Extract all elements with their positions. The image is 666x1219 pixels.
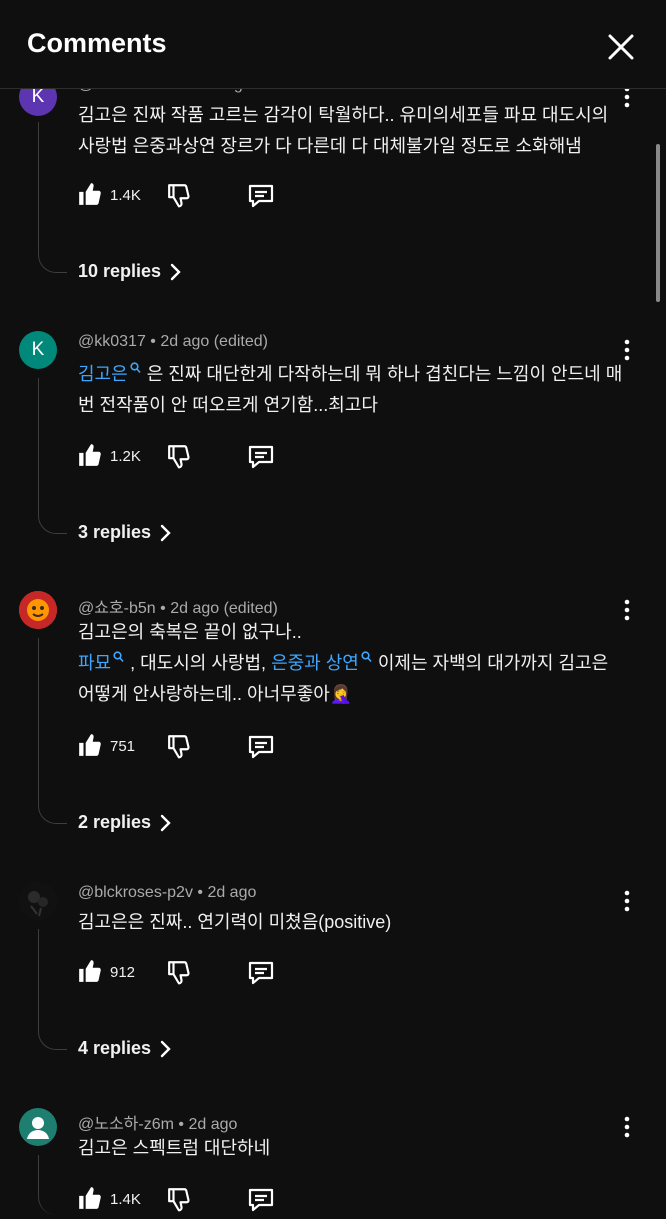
thread-line xyxy=(38,638,67,824)
reply-icon[interactable] xyxy=(247,1186,275,1219)
chevron-right-icon xyxy=(170,263,181,280)
like-icon[interactable] xyxy=(77,181,103,212)
dislike-icon[interactable] xyxy=(167,443,193,474)
thread-line xyxy=(38,122,67,273)
chevron-right-icon xyxy=(160,814,171,831)
comment-meta: @노소하-z6m • 2d ago xyxy=(78,1116,238,1133)
default-avatar-icon xyxy=(27,1117,49,1139)
comment-text-rest: 은 진짜 대단한게 다작하는데 뭐 하나 겹친다는 느낌이 안드네 매번 전작품… xyxy=(78,364,623,415)
like-count: 751 xyxy=(110,738,136,755)
replies-label: 10 replies xyxy=(78,261,162,281)
dislike-icon[interactable] xyxy=(167,1186,193,1217)
dislike-icon[interactable] xyxy=(167,182,193,213)
like-count: 1.4K xyxy=(110,187,141,204)
view-replies-button[interactable]: 2 replies xyxy=(78,812,171,833)
dislike-icon[interactable] xyxy=(167,733,193,764)
thread-line xyxy=(38,378,67,534)
comment-meta: @kk0317 • 2d ago (edited) xyxy=(78,333,268,350)
scrollbar[interactable] xyxy=(656,144,660,302)
comment-text: 김고은 은 진짜 대단한게 다작하는데 뭐 하나 겹친다는 느낌이 안드네 매번 … xyxy=(78,359,626,421)
page-title: Comments xyxy=(27,28,167,58)
view-replies-button[interactable]: 10 replies xyxy=(78,261,181,282)
dislike-icon[interactable] xyxy=(167,959,193,990)
view-replies-button[interactable]: 3 replies xyxy=(78,522,171,543)
comment-meta: @쇼호-b5n • 2d ago (edited) xyxy=(78,600,278,617)
reply-icon[interactable] xyxy=(247,959,275,992)
close-icon[interactable] xyxy=(604,30,638,64)
roses-avatar-icon xyxy=(19,882,57,920)
reply-icon[interactable] xyxy=(247,443,275,476)
view-replies-button[interactable]: 4 replies xyxy=(78,1038,171,1059)
replies-label: 4 replies xyxy=(78,1038,152,1058)
replies-label: 3 replies xyxy=(78,522,152,542)
chevron-right-icon xyxy=(160,524,171,541)
search-link[interactable]: 김고은 xyxy=(78,364,128,384)
comment-text: 김고은 진짜 작품 고르는 감각이 탁월하다.. 유미의세포들 파묘 대도시의 … xyxy=(78,105,609,156)
like-count: 1.2K xyxy=(110,448,141,465)
search-icon xyxy=(130,362,141,374)
comment-text: 김고은은 진짜.. 연기력이 미쳤음(positive) xyxy=(78,912,392,932)
thread-line xyxy=(38,1155,67,1215)
search-icon xyxy=(113,651,124,663)
reply-icon[interactable] xyxy=(247,182,275,215)
chevron-right-icon xyxy=(160,1040,171,1057)
comment-text: 김고은의 축복은 끝이 없구나.. 파묘, 대도시의 사랑법, 은중과 상연 이제… xyxy=(78,617,626,710)
comment-text-mid: , 대도시의 사랑법, xyxy=(130,653,272,673)
like-icon[interactable] xyxy=(77,442,103,473)
replies-label: 2 replies xyxy=(78,812,152,832)
search-link[interactable]: 파묘 xyxy=(78,653,111,673)
comment-text: 김고은 스펙트럼 대단하네 xyxy=(78,1138,271,1158)
like-icon[interactable] xyxy=(77,1185,103,1216)
comment-line: 김고은의 축복은 끝이 없구나.. xyxy=(78,622,302,642)
comments-header: Comments xyxy=(0,0,666,89)
avatar[interactable] xyxy=(19,591,57,629)
reply-icon[interactable] xyxy=(247,733,275,766)
sun-avatar-icon xyxy=(19,591,57,629)
like-icon[interactable] xyxy=(77,958,103,989)
avatar[interactable] xyxy=(19,1108,57,1146)
search-icon xyxy=(361,651,372,663)
thread-line xyxy=(38,929,67,1050)
avatar[interactable] xyxy=(19,882,57,920)
avatar[interactable]: K xyxy=(19,331,57,369)
search-link[interactable]: 은중과 상연 xyxy=(271,653,359,673)
like-count: 912 xyxy=(110,964,136,981)
like-icon[interactable] xyxy=(77,732,103,763)
more-options-icon[interactable] xyxy=(619,339,635,361)
comment-meta: @blckroses-p2v • 2d ago xyxy=(78,884,257,901)
